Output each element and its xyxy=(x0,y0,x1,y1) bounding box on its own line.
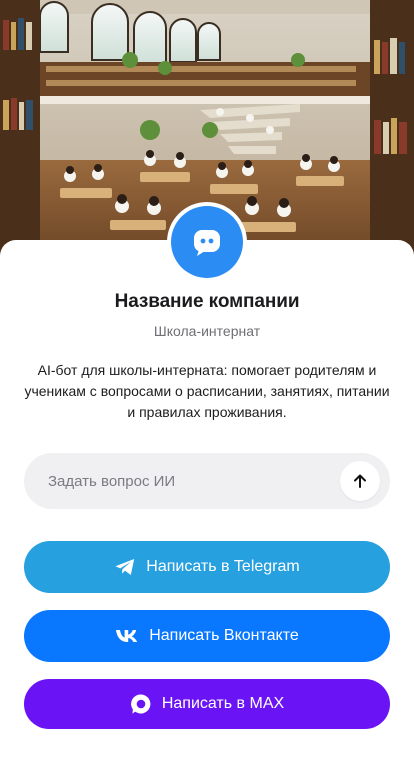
write-max-button[interactable]: Написать в MAX xyxy=(24,679,390,729)
write-vk-button[interactable]: Написать Вконтакте xyxy=(24,610,390,662)
avatar-circle xyxy=(171,206,243,278)
ask-ai-field[interactable] xyxy=(24,453,390,509)
write-telegram-label: Написать в Telegram xyxy=(146,558,300,575)
write-telegram-button[interactable]: Написать в Telegram xyxy=(24,541,390,593)
max-icon xyxy=(130,693,152,715)
vk-icon xyxy=(115,628,139,644)
send-button[interactable] xyxy=(340,461,380,501)
arrow-up-icon xyxy=(354,474,366,488)
company-description: AI-бот для школы-интерната: помогает род… xyxy=(24,362,390,420)
company-type: Школа-интернат xyxy=(153,323,261,339)
company-name: Название компании xyxy=(114,291,300,312)
telegram-icon xyxy=(114,557,136,577)
write-vk-label: Написать Вконтакте xyxy=(149,627,299,644)
avatar xyxy=(167,202,247,282)
page: Название компании Школа-интернат AI-бот … xyxy=(0,0,414,770)
ask-ai-input[interactable] xyxy=(24,453,334,509)
write-max-label: Написать в MAX xyxy=(161,695,285,712)
chat-bot-icon xyxy=(194,230,220,256)
